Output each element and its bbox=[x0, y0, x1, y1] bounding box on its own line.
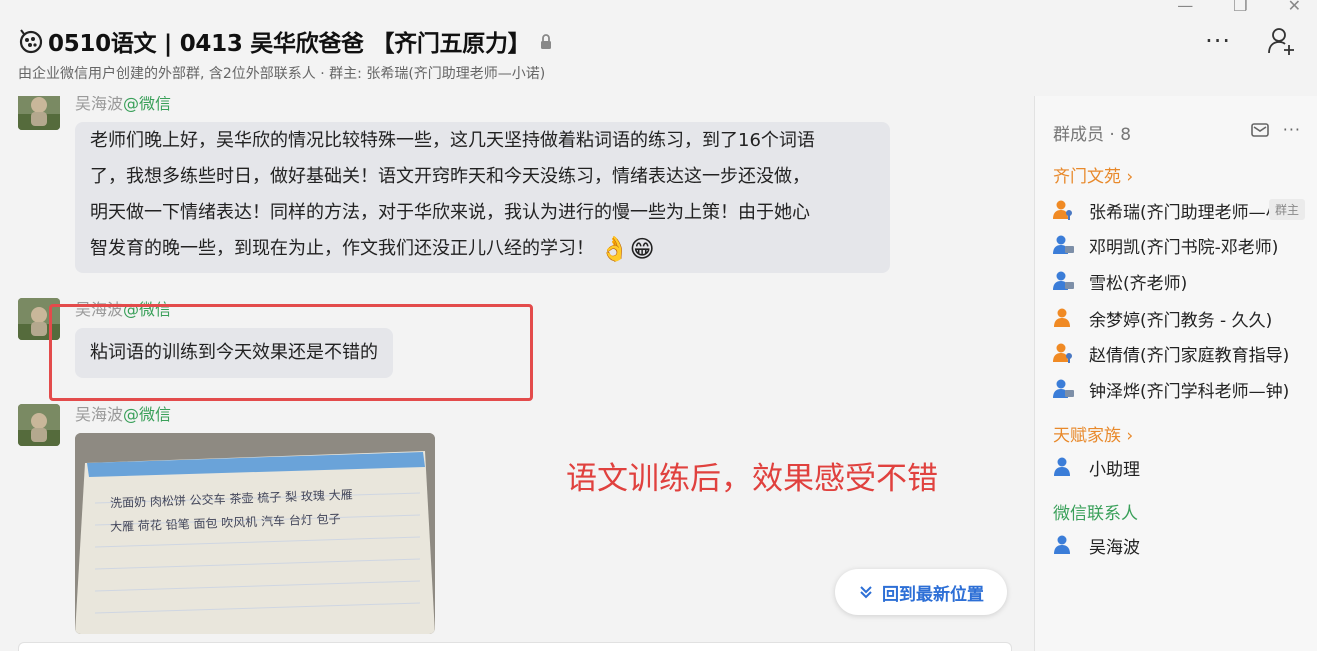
sender-label: 吴海波 bbox=[75, 405, 124, 424]
member-name: 钟泽烨(齐门学科老师—钟) bbox=[1089, 381, 1290, 402]
message-line: 明天做一下情绪表达！同样的方法，对于华欣来说，我认为进行的慢一些为上策！由于她心 bbox=[90, 202, 810, 223]
add-member-icon[interactable] bbox=[1267, 26, 1297, 56]
member-item[interactable]: 邓明凯(齐门书院-邓老师) bbox=[1053, 230, 1317, 260]
member-name: 赵倩倩(齐门家庭教育指导) bbox=[1089, 345, 1290, 366]
minimize-button[interactable]: — bbox=[1177, 0, 1193, 15]
more-options-button[interactable]: ··· bbox=[1205, 29, 1231, 53]
message-text: 老师们晚上好，吴华欣的情况比较特殊一些，这几天坚持做着粘词语的练习，到了16个词… bbox=[90, 122, 890, 267]
member-item[interactable]: 余梦婷(齐门教务 - 久久) bbox=[1053, 303, 1317, 333]
member-item[interactable]: 赵倩倩(齐门家庭教育指导) bbox=[1053, 338, 1317, 368]
header-actions: ··· bbox=[1205, 26, 1297, 56]
blue-person-screen-icon bbox=[1053, 379, 1074, 398]
member-count-title: 群成员 · 8 bbox=[1053, 125, 1132, 145]
window-controls: — ❐ ✕ bbox=[1177, 0, 1301, 15]
message-line: 了，我想多练些时日，做好基础关！语文开窍昨天和今天没练习，情绪表达这一步还没做， bbox=[90, 166, 810, 187]
member-item[interactable]: 钟泽烨(齐门学科老师—钟) bbox=[1053, 374, 1317, 404]
sender-label: 吴海波 bbox=[75, 96, 124, 113]
avatar[interactable] bbox=[18, 96, 60, 130]
emoji-ok-grin: 👌😁 bbox=[599, 235, 655, 263]
message-input[interactable] bbox=[18, 642, 1012, 651]
blue-person-screen-icon bbox=[1053, 235, 1074, 254]
page-title: 0510语文 | 0413 吴华欣爸爸 【齐门五原力】 bbox=[48, 31, 531, 57]
sender-source: @微信 bbox=[123, 96, 172, 113]
orange-person-icon bbox=[1054, 308, 1070, 327]
avatar-image bbox=[18, 96, 60, 130]
member-name: 雪松(齐老师) bbox=[1089, 273, 1188, 294]
group-chat-icon bbox=[19, 29, 43, 54]
lock-icon bbox=[541, 34, 552, 49]
orange-person-key-icon bbox=[1053, 343, 1072, 363]
message-list[interactable]: 吴海波@微信 老师们晚上好，吴华欣的情况比较特殊一些，这几天坚持做着粘词语的练习… bbox=[0, 96, 1034, 651]
member-item[interactable]: 吴海波 bbox=[1053, 530, 1317, 560]
image-message[interactable]: 洗面奶 肉松饼 公交车 茶壶 梳子 梨 玫瑰 大雁 大雁 荷花 铅笔 面包 吹风… bbox=[75, 433, 435, 634]
blue-person-screen-icon bbox=[1053, 271, 1074, 290]
title-row: 0510语文 | 0413 吴华欣爸爸 【齐门五原力】 bbox=[18, 24, 552, 58]
panel-more-button[interactable]: ··· bbox=[1283, 120, 1301, 139]
message-line-text: 智发育的晚一些，到现在为止，作文我们还没正儿八经的学习！ bbox=[90, 238, 594, 259]
sender-name: 吴海波@微信 bbox=[75, 96, 171, 114]
member-name: 小助理 bbox=[1089, 459, 1140, 480]
maximize-button[interactable]: ❐ bbox=[1233, 0, 1247, 15]
chat-header: — ❐ ✕ 0510语文 | 0413 吴华欣爸爸 【齐门五原力】 由企业微信用… bbox=[0, 0, 1317, 96]
owner-badge: 群主 bbox=[1268, 199, 1305, 220]
avatar-image bbox=[18, 404, 60, 446]
blue-person-icon bbox=[1054, 457, 1070, 476]
orange-person-key-icon bbox=[1053, 200, 1072, 220]
group-header-qimenwenyuan[interactable]: 齐门文苑 › bbox=[1053, 162, 1133, 187]
blue-person-icon bbox=[1054, 535, 1070, 554]
member-item[interactable]: 张希瑞(齐门助理老师—小诺) 群主 bbox=[1053, 195, 1317, 225]
sender-source: @微信 bbox=[123, 405, 172, 424]
message-line: 智发育的晚一些，到现在为止，作文我们还没正儿八经的学习！ 👌😁 bbox=[90, 231, 890, 267]
member-item[interactable]: 小助理 bbox=[1053, 452, 1317, 482]
annotation-text: 语文训练后，效果感受不错 bbox=[566, 461, 938, 497]
jump-to-latest-label: 回到最新位置 bbox=[882, 584, 984, 605]
jump-to-latest-button[interactable]: 回到最新位置 bbox=[835, 569, 1007, 615]
panel-actions: ··· bbox=[1250, 120, 1301, 139]
member-panel: 群成员 · 8 ··· 齐门文苑 › 张希瑞(齐门助理老师—小诺) 群主 邓明凯… bbox=[1035, 96, 1317, 651]
message-bubble[interactable]: 老师们晚上好，吴华欣的情况比较特殊一些，这几天坚持做着粘词语的练习，到了16个词… bbox=[75, 122, 890, 273]
close-button[interactable]: ✕ bbox=[1288, 0, 1301, 15]
group-header-tianfujiazu[interactable]: 天赋家族 › bbox=[1053, 421, 1133, 446]
chevron-double-down-icon bbox=[860, 586, 872, 599]
member-item[interactable]: 雪松(齐老师) bbox=[1053, 266, 1317, 296]
highlight-box bbox=[49, 304, 533, 401]
sender-name: 吴海波@微信 bbox=[75, 401, 171, 425]
message-line: 老师们晚上好，吴华欣的情况比较特殊一些，这几天坚持做着粘词语的练习，到了16个词… bbox=[90, 130, 815, 151]
mail-icon[interactable] bbox=[1250, 122, 1269, 138]
chat-subtitle: 由企业微信用户创建的外部群, 含2位外部联系人 · 群主: 张希瑞(齐门助理老师… bbox=[18, 66, 546, 82]
avatar[interactable] bbox=[18, 404, 60, 446]
member-name: 吴海波 bbox=[1089, 537, 1140, 558]
member-name: 余梦婷(齐门教务 - 久久) bbox=[1089, 310, 1273, 331]
member-name: 邓明凯(齐门书院-邓老师) bbox=[1089, 237, 1279, 258]
group-header-wechat-contacts[interactable]: 微信联系人 bbox=[1053, 499, 1138, 524]
